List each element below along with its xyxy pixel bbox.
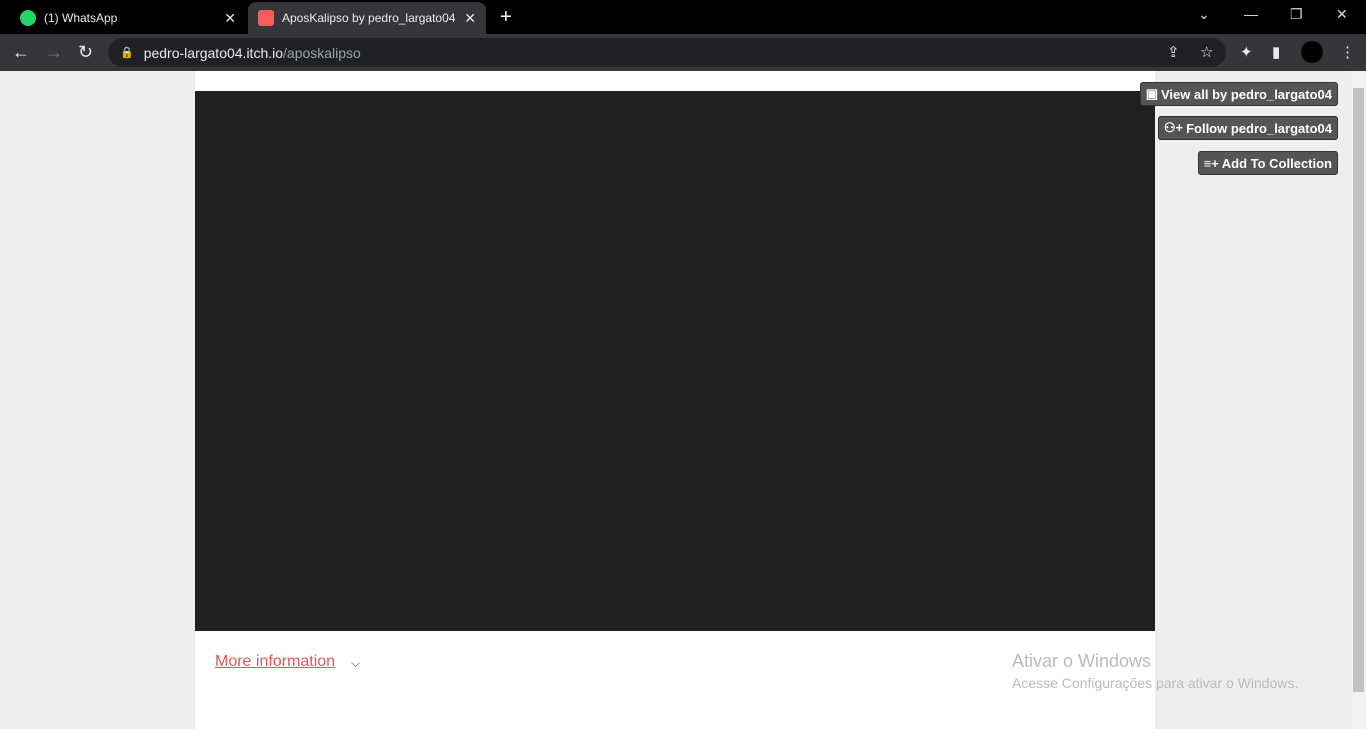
extensions-icon[interactable]: ✦ (1240, 43, 1253, 61)
game-page: More information ⌵ (195, 71, 1155, 729)
watermark-title: Ativar o Windows (1012, 651, 1152, 671)
url-domain: pedro-largato04.itch.io (143, 44, 284, 61)
add-user-icon: ⚇+ (1163, 120, 1184, 135)
tab-whatsapp[interactable]: (1) WhatsApp ✕ (10, 2, 246, 34)
forward-icon[interactable]: → (45, 42, 63, 63)
browser-toolbar: ← → ↻ 🔒 pedro-largato04.itch.io/aposkali… (0, 34, 1366, 71)
itchio-icon (258, 10, 274, 26)
tab-search-icon[interactable]: ⌄ (1198, 6, 1210, 23)
scrollbar-thumb[interactable] (1353, 88, 1364, 692)
minimize-button[interactable]: — (1244, 6, 1258, 22)
view-all-button[interactable]: ▣ View all by pedro_largato04 (1139, 82, 1338, 106)
close-window-button[interactable]: ✕ (1336, 6, 1348, 23)
windows-activation-watermark: Ativar o Windows Acesse Configurações pa… (1012, 651, 1298, 691)
tab-title: (1) WhatsApp (44, 11, 118, 25)
playlist-add-icon: ≡+ (1203, 155, 1219, 171)
scrollbar[interactable] (1351, 71, 1366, 729)
new-tab-button[interactable]: + (500, 6, 512, 29)
bookmark-star-icon[interactable]: ☆ (1200, 43, 1213, 61)
profile-avatar[interactable] (1301, 41, 1323, 63)
address-bar[interactable]: 🔒 pedro-largato04.itch.io/aposkalipso (108, 38, 1226, 67)
close-tab-icon[interactable]: ✕ (224, 10, 236, 27)
tab-aposkalipso[interactable]: AposKalipso by pedro_largato04 ✕ (248, 2, 486, 34)
restore-button[interactable]: ❐ (1290, 6, 1303, 23)
add-to-collection-button[interactable]: ≡+ Add To Collection (1197, 151, 1338, 175)
follow-label: Follow pedro_largato04 (1186, 120, 1332, 136)
more-information-label: More information (215, 653, 336, 670)
add-to-collection-label: Add To Collection (1221, 155, 1332, 171)
tab-title: AposKalipso by pedro_largato04 (282, 11, 456, 25)
whatsapp-icon (20, 10, 36, 26)
menu-icon[interactable]: ⋮ (1340, 43, 1355, 61)
side-panel-icon[interactable]: ▮ (1272, 43, 1280, 61)
reload-icon[interactable]: ↻ (78, 42, 93, 63)
lock-icon: 🔒 (120, 47, 134, 59)
view-all-label: View all by pedro_largato04 (1161, 86, 1332, 102)
url-path: /aposkalipso (283, 44, 361, 61)
share-icon[interactable]: ⇪ (1167, 43, 1180, 61)
back-icon[interactable]: ← (12, 42, 30, 63)
itchio-icon: ▣ (1145, 86, 1158, 101)
tab-bar: (1) WhatsApp ✕ AposKalipso by pedro_larg… (0, 0, 1366, 34)
watermark-subtitle: Acesse Configurações para ativar o Windo… (1012, 675, 1299, 691)
game-frame[interactable] (195, 91, 1155, 631)
follow-button[interactable]: ⚇+ Follow pedro_largato04 (1157, 116, 1338, 140)
more-information-link[interactable]: More information (215, 653, 335, 671)
chevron-down-icon[interactable]: ⌵ (351, 656, 360, 671)
close-tab-icon[interactable]: ✕ (464, 10, 476, 27)
